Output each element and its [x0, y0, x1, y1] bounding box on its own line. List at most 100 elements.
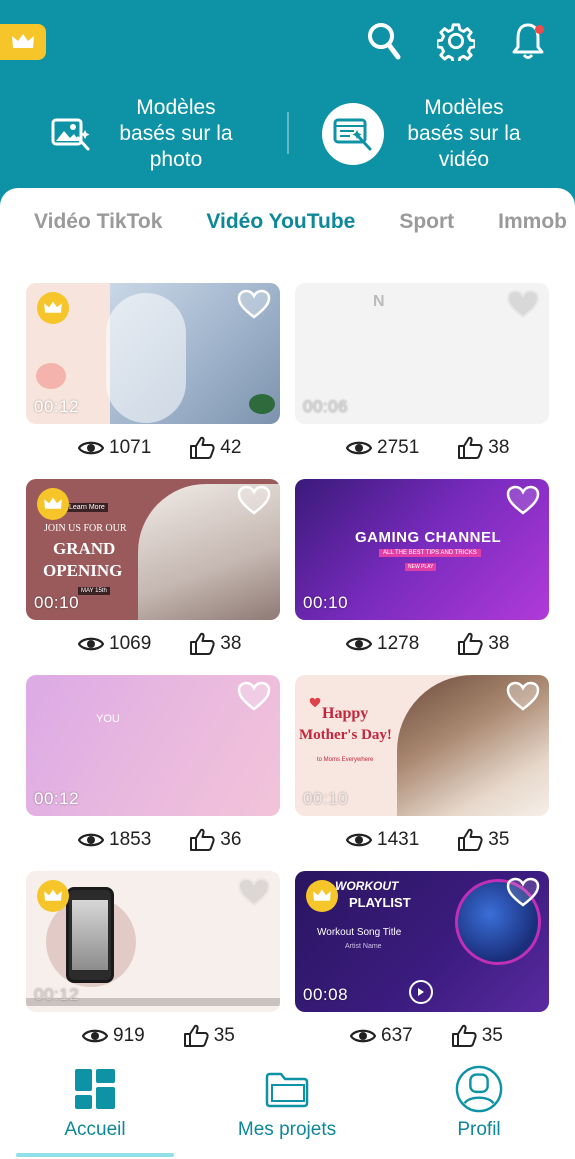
thumbnail-text: JOIN US FOR OUR: [44, 523, 127, 534]
favorite-heart-icon[interactable]: [506, 877, 540, 907]
thumbnail-text: Workout Song Title: [317, 927, 402, 938]
template-card[interactable]: YOU 00:12: [26, 675, 280, 816]
photo-magic-icon: [51, 118, 90, 151]
template-stats: 1431 35: [346, 825, 509, 855]
like-count: 36: [220, 829, 242, 850]
like-count: 35: [488, 829, 510, 850]
template-stats: 1278 38: [346, 629, 509, 659]
favorite-heart-icon[interactable]: [237, 289, 271, 319]
thumbs-up-icon: [190, 632, 215, 655]
video-duration: 00:12: [34, 985, 80, 1004]
thumbnail-image: [36, 363, 66, 389]
thumbs-up-icon: [190, 828, 215, 851]
active-nav-indicator: [16, 1153, 174, 1157]
thumbnail-text: OPENING: [43, 561, 123, 580]
template-stats: 2751 38: [346, 433, 509, 463]
view-count: 919: [113, 1025, 145, 1046]
favorite-heart-icon[interactable]: [506, 289, 540, 319]
tab-video-templates[interactable]: Modèles basés sur la vidéo: [322, 92, 534, 176]
gear-icon: [437, 23, 475, 61]
tab-real-estate[interactable]: Immob: [498, 210, 567, 234]
template-stats: 1069 38: [78, 629, 241, 659]
premium-button[interactable]: [0, 24, 46, 60]
bottom-navigation: Accueil Mes projets Profil: [0, 1055, 575, 1159]
tab-sport[interactable]: Sport: [399, 210, 454, 234]
template-card[interactable]: 00:12: [26, 871, 280, 1012]
tab-photo-label: Modèles basés sur la photo: [119, 96, 233, 171]
template-card[interactable]: Happy Mother's Day! to Moms Everywhere 0…: [295, 675, 549, 816]
video-duration: 00:12: [34, 789, 80, 808]
profile-icon: [455, 1065, 503, 1113]
thumbnail-image: [249, 394, 275, 414]
notifications-button[interactable]: [509, 20, 547, 62]
thumbnail-text: Artist Name: [345, 943, 382, 950]
template-panel: Vidéo TikTok Vidéo YouTube Sport Immob 0…: [0, 188, 575, 1159]
template-stats: 919 35: [82, 1021, 235, 1051]
thumbnail-text: MAY 15th: [78, 587, 110, 595]
settings-button[interactable]: [437, 20, 475, 62]
app-header: Modèles basés sur la photo Modèles basés…: [0, 0, 575, 265]
video-duration: 00:08: [303, 985, 349, 1004]
favorite-heart-icon[interactable]: [237, 681, 271, 711]
notification-dot: [535, 25, 544, 34]
nav-home[interactable]: Accueil: [5, 1065, 185, 1141]
thumbs-up-icon: [458, 828, 483, 851]
favorite-heart-icon[interactable]: [506, 485, 540, 515]
eye-icon: [78, 833, 104, 847]
grid-icon: [75, 1069, 115, 1109]
crown-icon: [12, 34, 34, 48]
tab-youtube[interactable]: Vidéo YouTube: [206, 210, 355, 234]
thumbs-up-icon: [190, 436, 215, 459]
favorite-heart-icon[interactable]: [237, 877, 271, 907]
thumbs-up-icon: [458, 436, 483, 459]
like-count: 38: [488, 633, 510, 654]
template-stats: 1853 36: [78, 825, 241, 855]
eye-icon: [78, 441, 104, 455]
thumbs-up-icon: [183, 1024, 209, 1047]
video-magic-icon: [333, 118, 372, 151]
crown-icon: [44, 497, 62, 509]
view-count: 1278: [377, 633, 420, 654]
like-count: 42: [220, 437, 242, 458]
tab-tiktok[interactable]: Vidéo TikTok: [34, 210, 162, 234]
eye-icon: [346, 637, 372, 651]
tab-photo-templates[interactable]: Modèles basés sur la photo: [48, 92, 246, 176]
eye-icon: [78, 637, 104, 651]
thumbnail-text: NEW PLAY: [405, 563, 437, 571]
view-count: 1431: [377, 829, 420, 850]
nav-projects[interactable]: Mes projets: [197, 1065, 377, 1141]
like-count: 38: [488, 437, 510, 458]
template-stats: 637 35: [350, 1021, 503, 1051]
template-card[interactable]: 00:12: [26, 283, 280, 424]
thumbnail-text: PLAYLIST: [349, 895, 411, 910]
crown-icon: [44, 301, 62, 313]
tab-video-label: Modèles basés sur la vidéo: [407, 96, 521, 171]
video-duration: 00:12: [34, 397, 80, 416]
template-card[interactable]: GAMING CHANNEL ALL THE BEST TIPS AND TRI…: [295, 479, 549, 620]
thumbnail-text: YOU: [96, 713, 120, 725]
nav-projects-label: Mes projets: [237, 1119, 337, 1140]
nav-profile[interactable]: Profil: [389, 1065, 569, 1141]
thumbnail-text: to Moms Everywhere: [317, 757, 374, 763]
like-count: 35: [481, 1025, 503, 1046]
video-duration: 00:10: [34, 593, 80, 612]
thumbs-up-icon: [458, 632, 483, 655]
view-count: 1071: [109, 437, 152, 458]
premium-crown: [37, 880, 69, 912]
thumbnail-text: N: [373, 293, 385, 310]
thumbnail-text: Happy: [322, 705, 369, 722]
favorite-heart-icon[interactable]: [237, 485, 271, 515]
video-duration: 00:10: [303, 789, 349, 808]
template-card[interactable]: Learn More JOIN US FOR OUR GRAND OPENING…: [26, 479, 280, 620]
favorite-heart-icon[interactable]: [506, 681, 540, 711]
video-duration: 00:10: [303, 593, 349, 612]
template-card[interactable]: N 00:06: [295, 283, 549, 424]
video-duration: 00:06: [303, 397, 349, 416]
thumbnail-text: GRAND: [53, 539, 116, 558]
nav-profile-label: Profil: [457, 1119, 501, 1140]
search-button[interactable]: [365, 20, 403, 62]
like-count: 35: [213, 1025, 235, 1046]
category-tabs: Vidéo TikTok Vidéo YouTube Sport Immob: [34, 210, 567, 234]
premium-crown: [37, 488, 69, 520]
template-card[interactable]: WORKOUT PLAYLIST Workout Song Title Arti…: [295, 871, 549, 1012]
